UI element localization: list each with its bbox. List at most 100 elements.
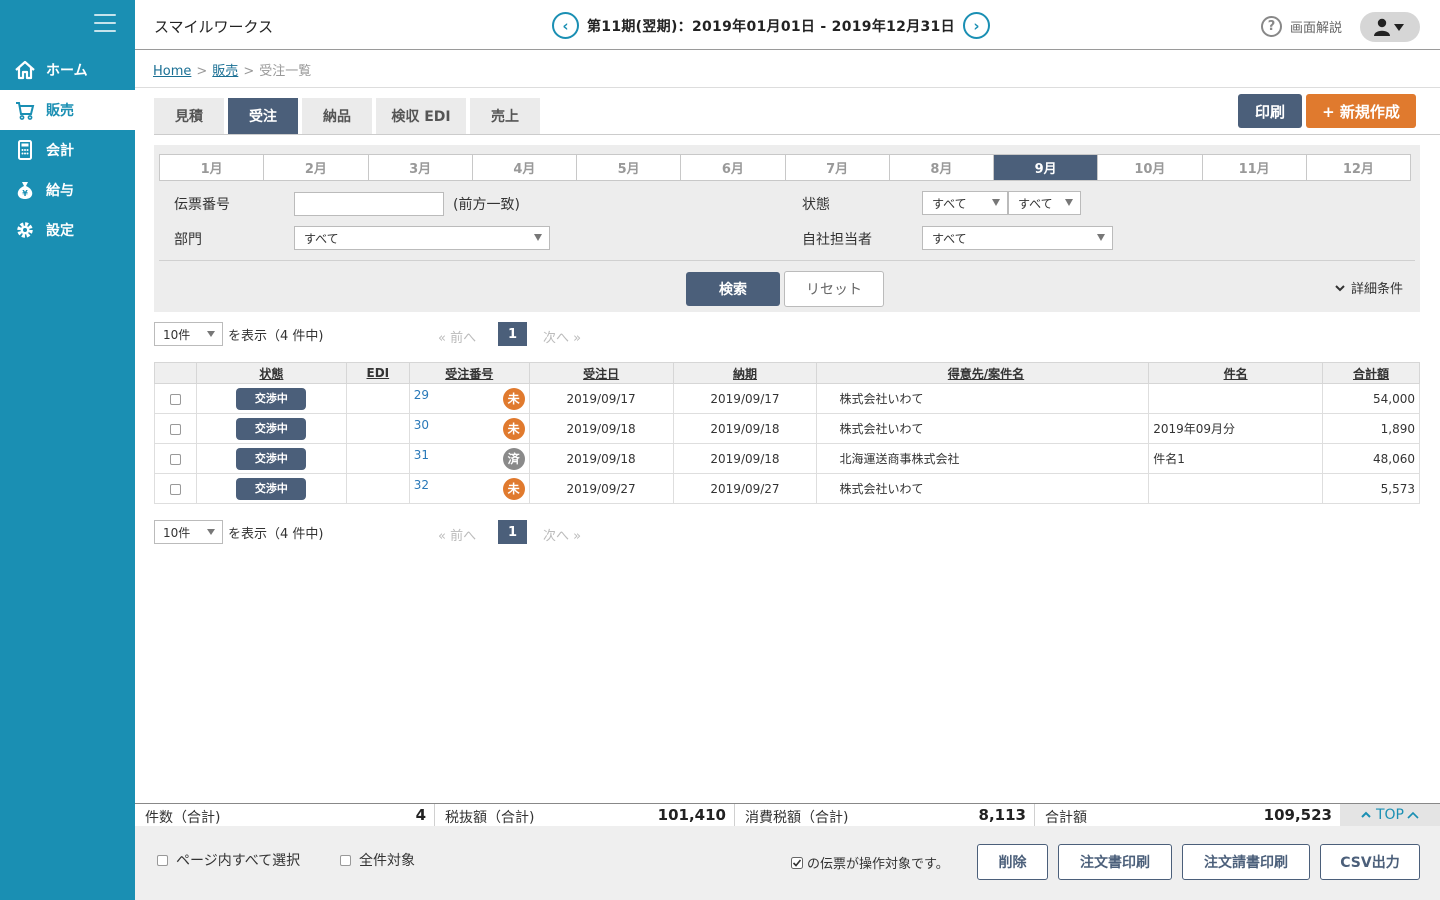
csv-export-button[interactable]: CSV出力 xyxy=(1320,844,1420,880)
user-menu-button[interactable] xyxy=(1360,12,1420,42)
month-tab-6[interactable]: 6月 xyxy=(681,155,786,180)
month-tab-1[interactable]: 1月 xyxy=(160,155,265,180)
header-customer[interactable]: 得意先/案件名 xyxy=(816,362,1150,384)
status-select-2[interactable]: すべて xyxy=(1008,191,1081,215)
header-edi[interactable]: EDI xyxy=(345,362,410,384)
status-badge[interactable]: 交渉中 xyxy=(236,387,307,410)
tab-inspection-edi[interactable]: 検収 EDI xyxy=(376,98,466,134)
new-order-button[interactable]: + 新規作成 xyxy=(1306,94,1416,128)
row-checkbox[interactable] xyxy=(169,393,181,405)
order-number-cell: 31 済 xyxy=(408,443,530,474)
next-period-button[interactable]: › xyxy=(962,12,990,39)
order-number-link[interactable]: 31 xyxy=(414,448,429,462)
status-badge[interactable]: 交渉中 xyxy=(236,447,307,470)
divider xyxy=(159,260,1415,261)
department-select[interactable]: すべて xyxy=(294,226,550,250)
delete-button[interactable]: 削除 xyxy=(977,844,1048,880)
status-select-1[interactable]: すべて xyxy=(922,191,1008,215)
checkbox[interactable] xyxy=(157,854,168,866)
gear-icon xyxy=(14,219,36,241)
sidebar-item-payroll[interactable]: ¥ 給与 xyxy=(0,170,135,210)
order-number-link[interactable]: 30 xyxy=(414,418,429,432)
status-select-1-value: すべて xyxy=(932,196,967,211)
header-total[interactable]: 合計額 xyxy=(1322,362,1420,384)
staff-select[interactable]: すべて xyxy=(922,226,1113,250)
month-tab-9[interactable]: 9月 xyxy=(994,155,1099,180)
back-to-top-button[interactable]: TOP xyxy=(1340,804,1440,826)
breadcrumb-home-link[interactable]: Home xyxy=(153,64,191,79)
print-button[interactable]: 印刷 xyxy=(1238,94,1302,128)
order-number-link[interactable]: 29 xyxy=(414,388,429,402)
select-page-checkbox[interactable]: ページ内すべて選択 xyxy=(157,850,300,870)
table-row[interactable]: 交渉中 30 未 2019/09/18 2019/09/18 株式会社いわて 20… xyxy=(154,413,1420,444)
help-button[interactable]: ? 画面解説 xyxy=(1261,16,1342,37)
month-tab-10[interactable]: 10月 xyxy=(1098,155,1203,180)
unprocessed-mark: 未 xyxy=(502,387,525,410)
header-order-date[interactable]: 受注日 xyxy=(528,362,674,384)
per-page-value: 10件 xyxy=(163,327,191,342)
unprocessed-mark: 未 xyxy=(502,477,525,500)
table-header-row: 状態 EDI 受注番号 受注日 納期 得意先/案件名 件名 合計額 xyxy=(154,362,1420,384)
page-1-button[interactable]: 1 xyxy=(498,520,527,544)
breadcrumb-sales-link[interactable]: 販売 xyxy=(212,64,238,79)
count-total-value: 4 xyxy=(415,806,426,824)
table-row[interactable]: 交渉中 32 未 2019/09/27 2019/09/27 株式会社いわて 5,… xyxy=(154,473,1420,504)
order-confirmation-print-button[interactable]: 注文請書印刷 xyxy=(1182,844,1310,880)
tab-sales[interactable]: 売上 xyxy=(470,98,540,134)
tab-delivery[interactable]: 納品 xyxy=(302,98,372,134)
table-row[interactable]: 交渉中 31 済 2019/09/18 2019/09/18 北海運送商事株式会社… xyxy=(154,443,1420,474)
row-checkbox[interactable] xyxy=(169,483,181,495)
detail-conditions-toggle[interactable]: 詳細条件 xyxy=(1334,278,1403,297)
header-subject[interactable]: 件名 xyxy=(1148,362,1323,384)
header-due-date[interactable]: 納期 xyxy=(672,362,818,384)
month-tab-4[interactable]: 4月 xyxy=(473,155,577,180)
checkbox[interactable] xyxy=(340,854,351,866)
customer-cell: 北海運送商事株式会社 xyxy=(816,443,1150,474)
per-page-select[interactable]: 10件 xyxy=(154,520,223,544)
month-tab-7[interactable]: 7月 xyxy=(786,155,890,180)
month-tab-5[interactable]: 5月 xyxy=(577,155,682,180)
dropdown-arrow-icon xyxy=(1065,199,1073,206)
header-status[interactable]: 状態 xyxy=(195,362,347,384)
month-tab-8[interactable]: 8月 xyxy=(890,155,994,180)
user-icon xyxy=(1374,18,1404,36)
tab-order[interactable]: 受注 xyxy=(228,98,298,134)
pretax-total-label: 税抜額（合計) xyxy=(445,810,535,826)
sidebar-item-accounting[interactable]: 会計 xyxy=(0,130,135,170)
row-checkbox[interactable] xyxy=(169,453,181,465)
sidebar-item-sales[interactable]: 販売 xyxy=(0,90,135,130)
status-badge[interactable]: 交渉中 xyxy=(236,477,307,500)
prev-page-link[interactable]: « 前へ xyxy=(438,525,476,544)
status-badge[interactable]: 交渉中 xyxy=(236,417,307,440)
department-select-value: すべて xyxy=(304,231,339,246)
order-number-link[interactable]: 32 xyxy=(414,478,429,492)
month-tab-3[interactable]: 3月 xyxy=(369,155,473,180)
order-print-button[interactable]: 注文書印刷 xyxy=(1058,844,1172,880)
result-count-text: を表示（4 件中) xyxy=(228,329,324,344)
tab-quote[interactable]: 見積 xyxy=(154,98,224,134)
page-1-button[interactable]: 1 xyxy=(498,322,527,346)
header-order-number[interactable]: 受注番号 xyxy=(408,362,530,384)
row-checkbox[interactable] xyxy=(169,423,181,435)
search-button[interactable]: 検索 xyxy=(686,272,780,306)
select-all-checkbox[interactable]: 全件対象 xyxy=(340,850,415,870)
next-page-link[interactable]: 次へ » xyxy=(543,525,581,544)
table-row[interactable]: 交渉中 29 未 2019/09/17 2019/09/17 株式会社いわて 54… xyxy=(154,383,1420,414)
month-tab-2[interactable]: 2月 xyxy=(264,155,369,180)
operation-target-text: の伝票が操作対象です。 xyxy=(807,857,949,872)
month-tab-12[interactable]: 12月 xyxy=(1307,155,1410,180)
hamburger-menu-icon[interactable] xyxy=(94,14,116,34)
customer-cell: 株式会社いわて xyxy=(816,473,1150,504)
sidebar: ホーム 販売 会計 ¥ 給与 設定 xyxy=(0,0,135,900)
slip-number-input[interactable] xyxy=(294,192,444,216)
select-page-label: ページ内すべて選択 xyxy=(176,853,301,869)
sidebar-item-home[interactable]: ホーム xyxy=(0,50,135,90)
per-page-select[interactable]: 10件 xyxy=(154,322,223,346)
sidebar-item-settings[interactable]: 設定 xyxy=(0,210,135,250)
prev-period-button[interactable]: ‹ xyxy=(552,12,579,39)
edi-cell xyxy=(345,383,410,414)
reset-button[interactable]: リセット xyxy=(784,271,884,307)
next-page-link[interactable]: 次へ » xyxy=(543,327,581,346)
month-tab-11[interactable]: 11月 xyxy=(1203,155,1307,180)
prev-page-link[interactable]: « 前へ xyxy=(438,327,476,346)
